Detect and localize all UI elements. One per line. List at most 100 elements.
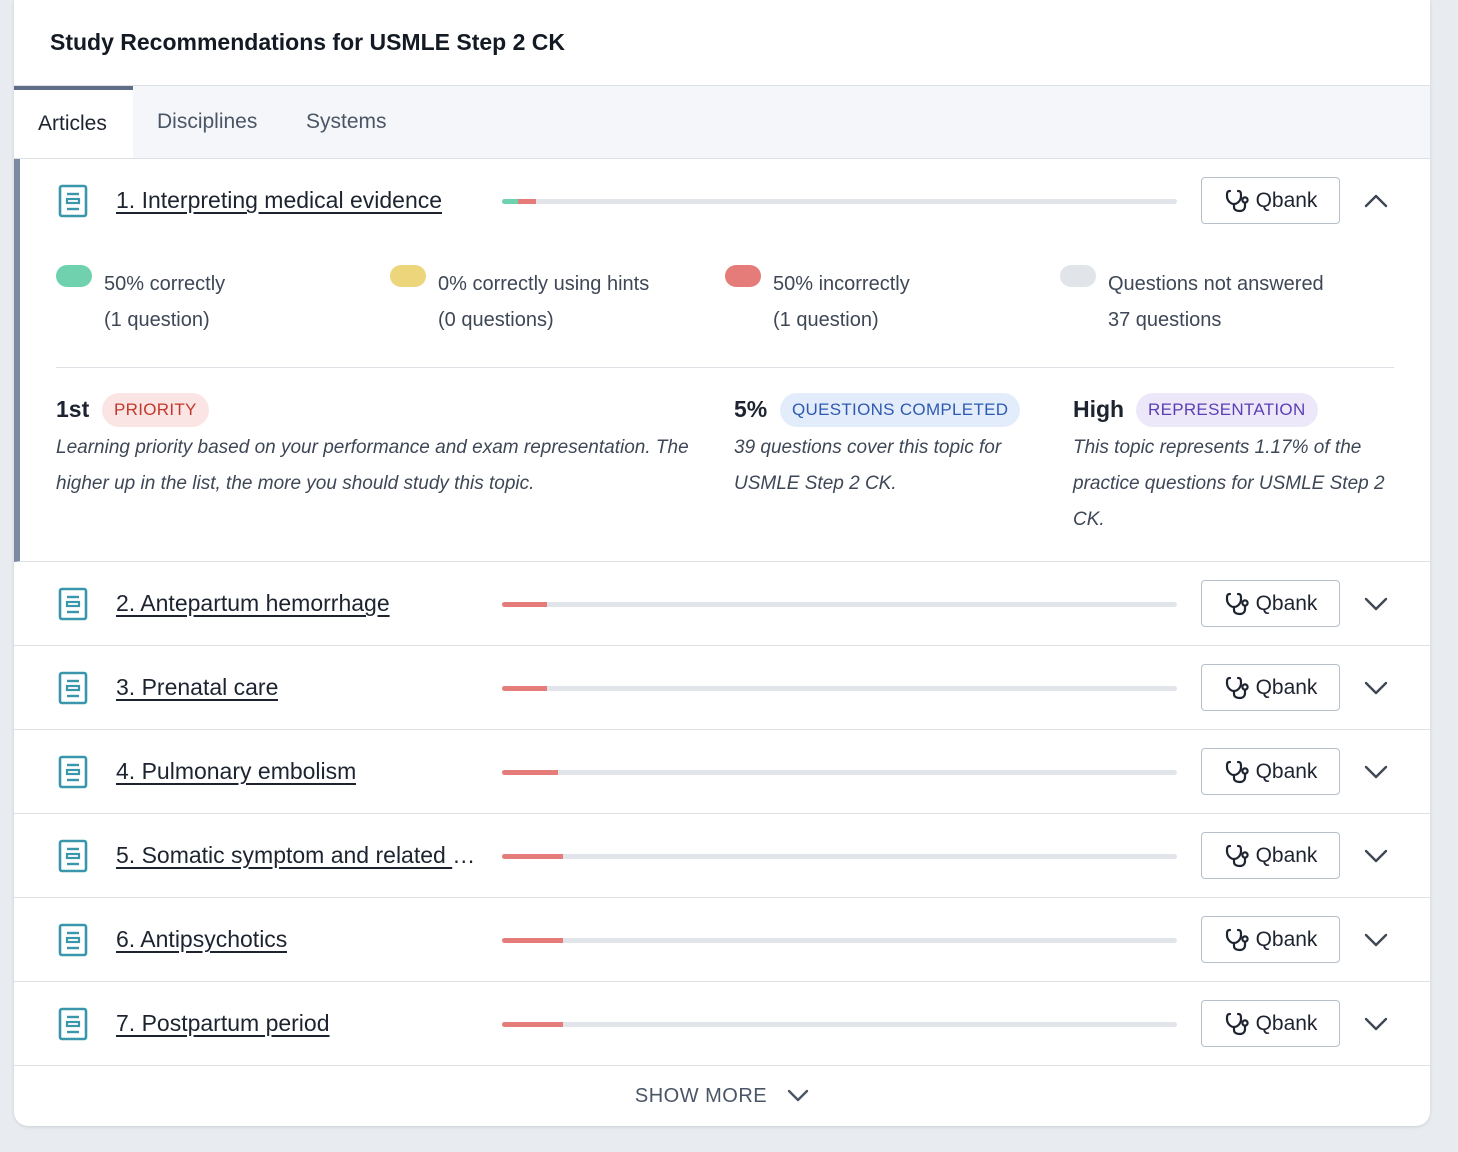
study-recommendations-card: Study Recommendations for USMLE Step 2 C… [14,0,1430,1126]
stethoscope-icon [1224,927,1256,953]
stethoscope-icon [1224,759,1256,785]
qbank-label: Qbank [1255,927,1318,951]
article-list: 1. Interpreting medical evidence Qbank 5… [14,159,1430,1066]
article-item: 1. Interpreting medical evidence Qbank 5… [14,159,1430,562]
expand-toggle[interactable] [1361,673,1391,703]
stethoscope-icon [1224,591,1256,617]
chevron-up-icon [1364,194,1388,208]
stat-desc-line: practice questions for USMLE Step 2 [1073,473,1385,494]
progress-incorrect-segment [518,199,536,204]
article-title-link[interactable]: 3. Prenatal care [116,674,278,701]
stat-value: 1st [56,396,90,422]
article-item: 7. Postpartum period Qbank [14,982,1430,1066]
stat-description: 39 questions cover this topic for USMLE … [734,430,1034,502]
article-icon [58,755,88,789]
progress-incorrect-segment [502,602,548,607]
article-icon [58,923,88,957]
qbank-label: Qbank [1255,591,1318,615]
article-item: 2. Antepartum hemorrhage Qbank [14,562,1430,646]
legend-count: 37 questions [1108,309,1222,331]
legend-count: (0 questions) [438,309,554,331]
stat-desc-line: 39 questions cover this topic for [734,437,1002,458]
article-title-link[interactable]: 6. Antipsychotics [116,926,287,953]
stat-value: 5% [734,396,768,422]
expand-toggle[interactable] [1361,925,1391,955]
qbank-button[interactable]: Qbank [1201,916,1340,963]
stethoscope-icon [1224,675,1256,701]
qbank-button[interactable]: Qbank [1201,832,1340,879]
progress-bar [502,686,1177,691]
chevron-down-icon [1364,849,1388,863]
stat-desc-line: This topic represents 1.17% of the [1073,437,1362,458]
article-item: 3. Prenatal care Qbank [14,646,1430,730]
chevron-down-icon [1364,597,1388,611]
tab-disciplines[interactable]: Disciplines [133,86,283,158]
legend-swatch [390,265,426,287]
priority-badge: PRIORITY [102,393,209,427]
qbank-button[interactable]: Qbank [1201,748,1340,795]
article-icon [58,587,88,621]
chevron-down-icon [787,1089,809,1102]
tab-articles[interactable]: Articles [14,86,133,158]
legend-label: 50% incorrectly [773,273,910,295]
stethoscope-icon [1224,188,1256,214]
progress-bar [502,770,1177,775]
legend-swatch [56,265,92,287]
progress-correct-segment [502,199,519,204]
chevron-down-icon [1364,765,1388,779]
legend-swatch [725,265,761,287]
article-item: 5. Somatic symptom and related disorders… [14,814,1430,898]
stat-desc-line: CK. [1073,509,1105,530]
progress-bar [502,1022,1177,1027]
stethoscope-icon [1224,1011,1256,1037]
qbank-button[interactable]: Qbank [1201,580,1340,627]
article-item: 4. Pulmonary embolism Qbank [14,730,1430,814]
qbank-label: Qbank [1255,188,1318,212]
article-icon [58,184,88,218]
progress-incorrect-segment [502,686,548,691]
chevron-down-icon [1364,933,1388,947]
qbank-label: Qbank [1255,1011,1318,1035]
article-icon [58,839,88,873]
stat-value: High [1073,396,1125,422]
tab-bar: Articles Disciplines Systems [14,86,1430,159]
progress-bar [502,938,1177,943]
article-title-link[interactable]: 5. Somatic symptom and related disorders [116,842,476,869]
progress-incorrect-segment [502,938,564,943]
stat-description: This topic represents 1.17% of the pract… [1073,430,1403,538]
completed-badge: QUESTIONS COMPLETED [780,393,1021,427]
progress-bar [502,602,1177,607]
qbank-button[interactable]: Qbank [1201,177,1340,224]
progress-incorrect-segment [502,1022,564,1027]
card-title: Study Recommendations for USMLE Step 2 C… [50,29,566,55]
chevron-down-icon [1364,681,1388,695]
card-header: Study Recommendations for USMLE Step 2 C… [14,0,1430,86]
divider [56,367,1394,368]
collapse-toggle[interactable] [1361,186,1391,216]
expand-toggle[interactable] [1361,589,1391,619]
expand-toggle[interactable] [1361,1009,1391,1039]
tab-systems[interactable]: Systems [283,86,403,158]
stat-desc-line: Learning priority based on your performa… [56,437,689,458]
qbank-button[interactable]: Qbank [1201,664,1340,711]
legend-label: 50% correctly [104,273,226,295]
representation-badge: REPRESENTATION [1136,393,1318,427]
show-more-button[interactable]: SHOW MORE [14,1068,1430,1124]
legend-swatch [1060,265,1096,287]
article-title-link[interactable]: 2. Antepartum hemorrhage [116,590,390,617]
qbank-label: Qbank [1255,675,1318,699]
article-icon [58,671,88,705]
stat-description: Learning priority based on your performa… [56,430,706,502]
stethoscope-icon [1224,843,1256,869]
article-title-link[interactable]: 7. Postpartum period [116,1010,330,1037]
expand-toggle[interactable] [1361,841,1391,871]
article-title-link[interactable]: 4. Pulmonary embolism [116,758,356,785]
legend-count: (1 question) [104,309,210,331]
article-title-link[interactable]: 1. Interpreting medical evidence [116,187,442,214]
chevron-down-icon [1364,1017,1388,1031]
stat-desc-line: USMLE Step 2 CK. [734,473,897,494]
progress-bar [502,854,1177,859]
stat-desc-line: higher up in the list, the more you shou… [56,473,535,494]
qbank-button[interactable]: Qbank [1201,1000,1340,1047]
expand-toggle[interactable] [1361,757,1391,787]
